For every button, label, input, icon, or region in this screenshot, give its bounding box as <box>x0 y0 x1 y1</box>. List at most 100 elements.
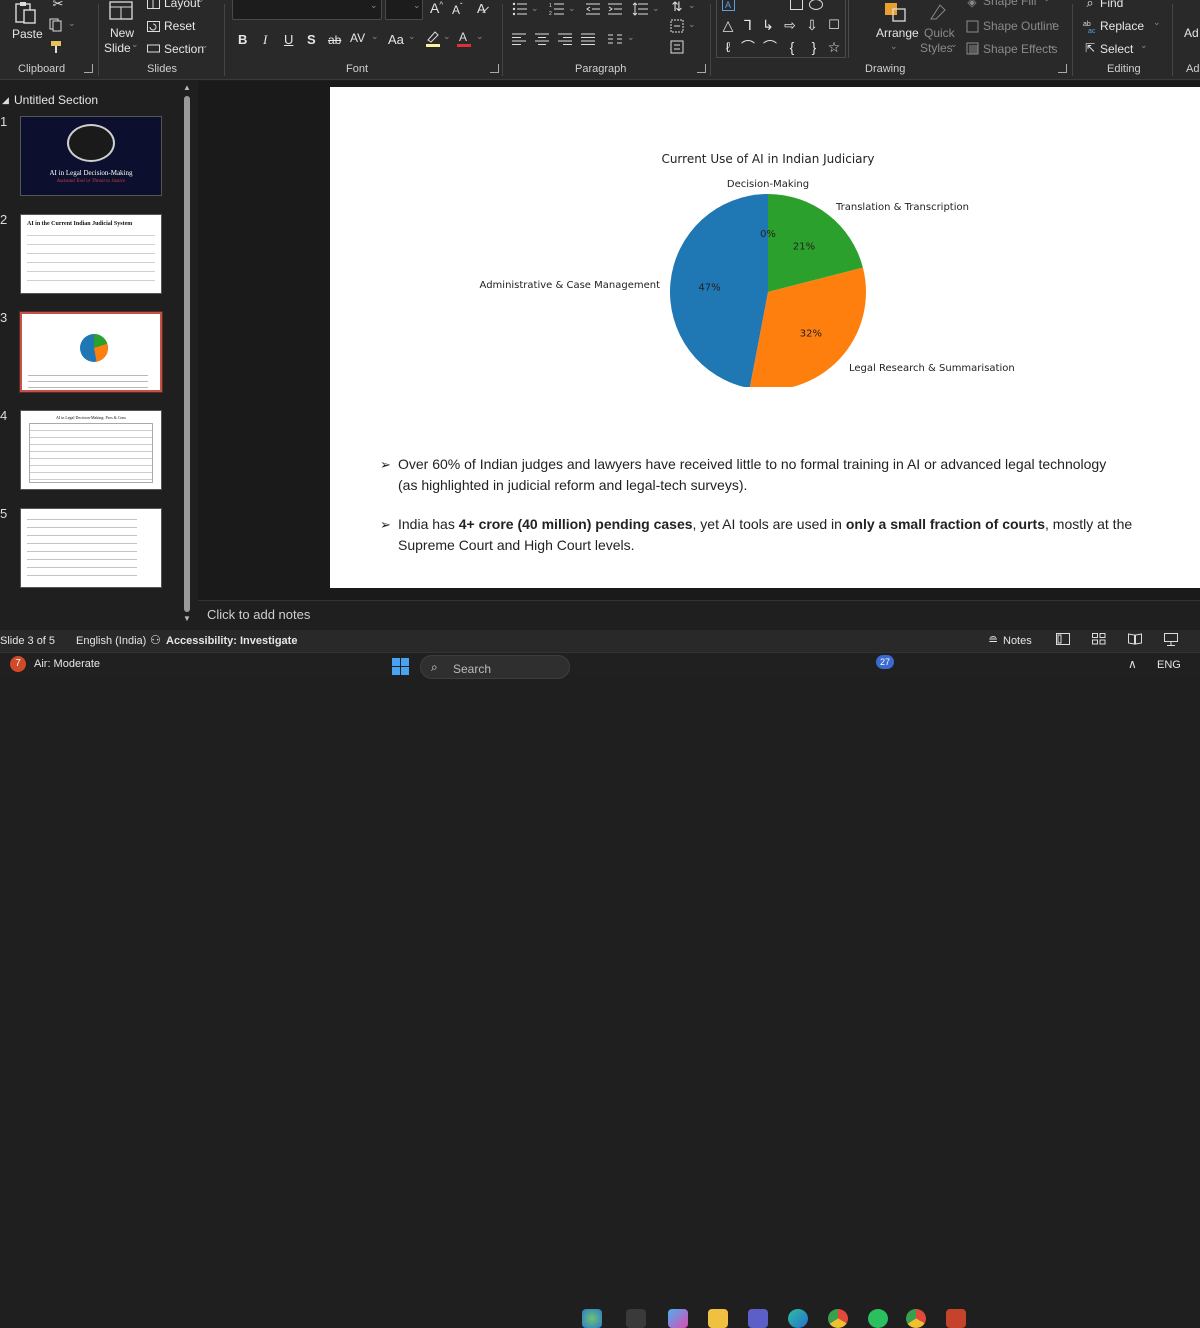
scroll-up-arrow[interactable]: ▲ <box>183 83 191 92</box>
smartart-icon[interactable] <box>668 38 686 56</box>
find-button[interactable]: Find <box>1100 0 1123 10</box>
shadow-button[interactable]: S <box>307 32 316 47</box>
right-arrow-shape-icon[interactable]: ⇨ <box>782 16 798 34</box>
cut-icon[interactable]: ✂ <box>48 0 68 12</box>
change-case-dropdown[interactable]: ⌄ <box>408 31 416 42</box>
shape-outline-button[interactable]: Shape Outline <box>983 19 1059 33</box>
copy-icon[interactable] <box>46 16 66 34</box>
section-collapse-icon[interactable]: ◢ <box>2 95 9 106</box>
decrease-indent-icon[interactable] <box>584 0 602 18</box>
shape-effects-dropdown[interactable]: ⌄ <box>1048 40 1056 51</box>
columns-dropdown[interactable]: ⌄ <box>627 32 635 43</box>
rectangle-shape-icon[interactable] <box>788 0 804 12</box>
bullets-icon[interactable] <box>510 0 530 18</box>
replace-button[interactable]: Replace <box>1100 19 1144 33</box>
slide-thumbnail-1[interactable]: AI in Legal Decision-Making Assistant To… <box>20 116 162 196</box>
shape-effects-button[interactable]: Shape Effects <box>983 42 1058 56</box>
strikethrough-button[interactable]: ab <box>328 33 341 47</box>
font-launcher[interactable] <box>490 64 499 73</box>
slide-canvas[interactable]: Current Use of AI in Indian Judiciary 0%… <box>330 87 1200 588</box>
shapes-scroll[interactable] <box>848 0 862 58</box>
file-explorer-icon[interactable] <box>708 1309 728 1328</box>
replace-dropdown[interactable]: ⌄ <box>1153 17 1161 28</box>
copilot-icon[interactable] <box>668 1309 688 1328</box>
italic-button[interactable]: I <box>263 32 267 48</box>
down-arrow-shape-icon[interactable]: ⇩ <box>804 16 820 34</box>
text-direction-icon[interactable]: ⇅ <box>668 0 686 16</box>
grow-font-icon[interactable]: A^ <box>430 0 443 16</box>
slide-thumbnail-2[interactable]: AI in the Current Indian Judicial System <box>20 214 162 294</box>
notes-pane[interactable]: Click to add notes <box>198 600 1200 630</box>
arrange-dropdown[interactable]: ⌄ <box>890 41 898 52</box>
elbow-arrow-icon[interactable]: ↳ <box>760 16 776 34</box>
bullets-dropdown[interactable]: ⌄ <box>531 3 539 14</box>
replace-icon[interactable]: ab ac <box>1082 17 1098 35</box>
text-direction-dropdown[interactable]: ⌄ <box>688 0 696 11</box>
slide-thumbnail-5[interactable] <box>20 508 162 588</box>
increase-indent-icon[interactable] <box>606 0 624 18</box>
paragraph-launcher[interactable] <box>697 64 706 73</box>
highlight-dropdown[interactable]: ⌄ <box>443 31 451 42</box>
line-spacing-dropdown[interactable]: ⌄ <box>652 3 660 14</box>
copy-dropdown[interactable]: ⌄ <box>68 18 76 29</box>
numbering-icon[interactable]: 12 <box>547 0 567 18</box>
right-brace-shape-icon[interactable]: } <box>806 38 822 56</box>
taskbar-search-box[interactable]: ⌕ Search <box>420 655 570 679</box>
font-family-dropdown-icon[interactable]: ⌄ <box>370 0 378 11</box>
weather-status[interactable]: Air: Moderate <box>34 658 100 670</box>
scroll-thumb[interactable] <box>184 96 190 612</box>
notes-placeholder[interactable]: Click to add notes <box>207 607 310 622</box>
line-spacing-icon[interactable] <box>630 0 650 18</box>
drawing-launcher[interactable] <box>1058 64 1067 73</box>
reset-button[interactable]: Reset <box>164 19 195 33</box>
quick-styles-icon[interactable] <box>926 0 950 24</box>
font-color-icon[interactable]: A <box>455 28 473 48</box>
shape-fill-button[interactable]: Shape Fill <box>983 0 1036 8</box>
accessibility-status[interactable]: Accessibility: Investigate <box>166 635 297 647</box>
columns-icon[interactable] <box>606 30 624 48</box>
widgets-icon[interactable] <box>626 1309 646 1328</box>
slide-thumbnail-3[interactable] <box>20 312 162 392</box>
shape-fill-dropdown[interactable]: ⌄ <box>1043 0 1051 4</box>
section-title[interactable]: Untitled Section <box>14 93 98 107</box>
align-text-icon[interactable] <box>668 17 686 35</box>
bold-button[interactable]: B <box>238 32 247 47</box>
slideshow-icon[interactable] <box>1164 633 1178 649</box>
shrink-font-icon[interactable]: Aˇ <box>452 2 463 17</box>
notes-toggle-button[interactable]: Notes <box>1003 635 1032 647</box>
shape-effects-icon[interactable] <box>964 40 980 56</box>
section-dropdown[interactable]: ⌄ <box>201 40 209 51</box>
chrome-profile-icon[interactable] <box>828 1309 848 1328</box>
star-shape-icon[interactable]: ☆ <box>826 38 842 56</box>
freeform-shape-icon[interactable]: ☐ <box>826 16 842 34</box>
paste-icon[interactable] <box>8 0 42 26</box>
find-icon[interactable]: ⌕ <box>1082 0 1098 11</box>
font-family-combo[interactable] <box>232 0 382 20</box>
reading-view-icon[interactable] <box>1128 633 1142 648</box>
new-slide-dropdown[interactable]: ⌄ <box>131 39 139 50</box>
select-dropdown[interactable]: ⌄ <box>1140 40 1148 51</box>
pie-chart[interactable]: Current Use of AI in Indian Judiciary 0%… <box>330 87 1200 387</box>
clear-format-icon[interactable]: A̷ <box>477 1 486 16</box>
quick-styles-label-1[interactable]: Quick <box>924 26 955 40</box>
reset-icon[interactable] <box>145 19 161 33</box>
align-left-icon[interactable] <box>510 30 528 48</box>
weather-badge[interactable]: 7 <box>10 656 26 672</box>
accessibility-icon[interactable]: ⚇ <box>150 633 161 647</box>
char-spacing-button[interactable]: AV <box>350 31 365 45</box>
shape-outline-icon[interactable] <box>964 18 980 34</box>
arc-shape-icon[interactable]: ⌒ <box>762 38 778 56</box>
shape-outline-dropdown[interactable]: ⌄ <box>1050 17 1058 28</box>
slide-sorter-icon[interactable] <box>1092 633 1106 648</box>
align-center-icon[interactable] <box>533 30 551 48</box>
align-right-icon[interactable] <box>556 30 574 48</box>
scroll-down-arrow[interactable]: ▼ <box>183 614 191 623</box>
new-slide-label-2[interactable]: Slide <box>104 41 131 55</box>
powerpoint-icon[interactable] <box>946 1309 966 1328</box>
new-slide-icon[interactable] <box>106 0 136 22</box>
layout-icon[interactable] <box>145 0 161 10</box>
font-color-dropdown[interactable]: ⌄ <box>476 31 484 42</box>
shape-fill-icon[interactable]: ◈ <box>964 0 980 10</box>
normal-view-icon[interactable] <box>1056 633 1070 648</box>
underline-button[interactable]: U <box>284 32 293 47</box>
